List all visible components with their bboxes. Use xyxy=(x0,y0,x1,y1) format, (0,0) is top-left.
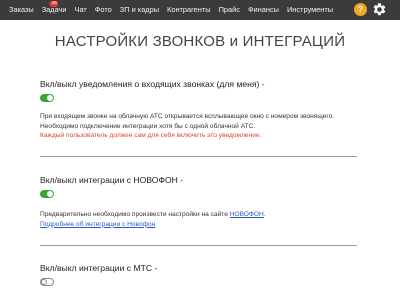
nav-item-chat[interactable]: Чат xyxy=(75,0,87,20)
nav-item-orders[interactable]: Заказы xyxy=(9,0,34,20)
toggle-knob xyxy=(47,191,53,197)
divider xyxy=(40,245,357,246)
nav-item-label: Прайс xyxy=(218,5,240,14)
novofon-desc: Предварительно необходимо произвести нас… xyxy=(40,210,358,220)
nav-item-label: Чат xyxy=(74,5,87,14)
nav-item-finances[interactable]: Финансы xyxy=(248,0,279,20)
mts-toggle[interactable] xyxy=(40,278,54,286)
incoming-calls-title: Вкл/выкл уведомления о входящих звонках … xyxy=(40,79,265,89)
help-question-icon[interactable]: ? xyxy=(354,3,367,16)
nav-item-label: Финансы xyxy=(247,5,279,14)
nav-item-label: Заказы xyxy=(9,5,34,14)
nav-item-price[interactable]: Прайс xyxy=(219,0,240,20)
incoming-calls-toggle[interactable] xyxy=(40,94,54,102)
novofon-toggle[interactable] xyxy=(40,190,54,198)
toggle-knob xyxy=(41,279,47,285)
novofon-more-link[interactable]: Подробнее об интеграции с Новофон xyxy=(40,221,155,228)
nav-item-label: Контрагенты xyxy=(167,5,211,14)
top-nav-bar: Заказы 46 Задачи Чат Фото ЗП и кадры Кон… xyxy=(0,0,400,20)
nav-item-tools[interactable]: Инструменты xyxy=(287,0,333,20)
nav-item-salary-staff[interactable]: ЗП и кадры xyxy=(120,0,159,20)
divider xyxy=(40,156,357,157)
gear-icon[interactable] xyxy=(372,2,387,17)
toggle-knob xyxy=(47,95,53,101)
mts-section: Вкл/выкл интеграции с МТС - xyxy=(40,263,358,286)
page-title: НАСТРОЙКИ ЗВОНКОВ и ИНТЕГРАЦИЙ xyxy=(54,33,346,50)
incoming-calls-warning: Каждый пользователь должен сам для себя … xyxy=(40,132,262,139)
nav-item-tasks[interactable]: 46 Задачи xyxy=(42,0,67,20)
mts-title: Вкл/выкл интеграции с МТС - xyxy=(40,263,158,273)
novofon-desc-prefix: Предварительно необходимо произвести нас… xyxy=(40,211,230,218)
novofon-title: Вкл/выкл интеграции с НОВОФОН - xyxy=(40,175,184,185)
incoming-calls-desc-line2: Необходимо подключение интеграции хотя б… xyxy=(40,122,256,130)
tasks-count-badge: 46 xyxy=(49,1,59,7)
nav-item-label: ЗП и кадры xyxy=(119,5,160,14)
novofon-section: Вкл/выкл интеграции с НОВОФОН - Предвари… xyxy=(40,175,358,229)
incoming-calls-desc-line1: При входящем звонке на облачную АТС откр… xyxy=(40,113,335,120)
incoming-calls-section: Вкл/выкл уведомления о входящих звонках … xyxy=(40,79,358,141)
nav-item-contractors[interactable]: Контрагенты xyxy=(167,0,211,20)
nav-item-label: Фото xyxy=(94,5,112,14)
nav-item-photo[interactable]: Фото xyxy=(95,0,112,20)
novofon-site-link[interactable]: НОВОФОН xyxy=(230,211,264,218)
novofon-desc-suffix: . xyxy=(263,211,266,218)
nav-item-label: Инструменты xyxy=(286,5,334,14)
